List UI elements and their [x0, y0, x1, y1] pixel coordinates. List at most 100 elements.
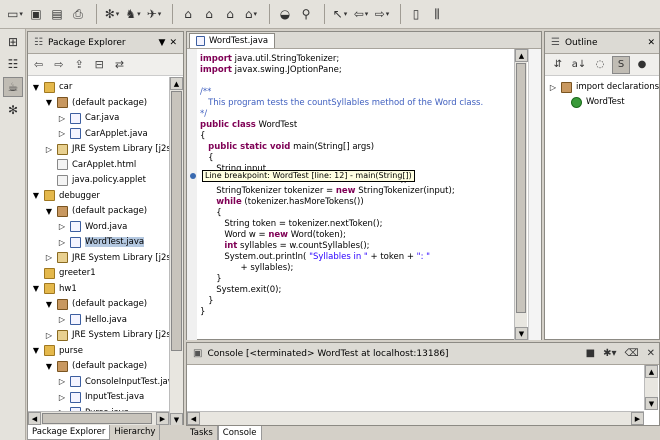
hide-nonpublic-icon[interactable]: ● — [633, 56, 651, 74]
run-icon[interactable]: ♞ ▾ — [124, 4, 142, 24]
expand-twisty-icon[interactable]: ▷ — [44, 253, 54, 262]
close-icon[interactable]: ✕ — [647, 38, 655, 48]
collapse-twisty-icon[interactable]: ▼ — [31, 284, 41, 293]
console-horizontal-scrollbar[interactable]: ◀ ▶ — [187, 411, 644, 425]
tree-item[interactable]: ▼ (default package) — [44, 296, 147, 312]
scroll-thumb[interactable] — [42, 413, 152, 424]
new-wizard-icon[interactable]: ▭ ▾ — [6, 4, 24, 24]
terminate-icon[interactable]: ■ — [586, 348, 595, 359]
scroll-up-icon[interactable]: ▲ — [645, 365, 658, 378]
tree-item[interactable]: ▼ (default package) — [44, 358, 147, 374]
forward-icon[interactable]: ⇨ — [54, 58, 63, 71]
console-vertical-scrollbar[interactable]: ▲ ▼ — [644, 365, 658, 410]
code-area[interactable]: import java.util.StringTokenizer; import … — [197, 50, 515, 340]
tree-item[interactable]: ▼ hw1 — [31, 281, 77, 297]
code-line[interactable]: { — [200, 153, 213, 164]
code-line[interactable]: } — [200, 296, 213, 307]
scroll-left-icon[interactable]: ◀ — [28, 412, 41, 425]
editor-ruler[interactable] — [187, 49, 197, 340]
code-line[interactable]: } — [200, 274, 221, 285]
tab-console[interactable]: Console — [217, 426, 262, 440]
tree-item[interactable]: ▼ (default package) — [44, 203, 147, 219]
tree-item[interactable]: ▷ Word.java — [57, 219, 127, 235]
collapse-twisty-icon[interactable]: ▼ — [44, 362, 54, 371]
new-class-icon[interactable]: ⌂ — [221, 4, 239, 24]
open-type-icon[interactable]: ◒ — [276, 4, 294, 24]
code-line[interactable]: + syllables); — [200, 263, 294, 274]
collapse-twisty-icon[interactable]: ▼ — [31, 83, 41, 92]
scroll-thumb[interactable] — [516, 63, 526, 313]
debug-icon[interactable]: ✻ ▾ — [103, 4, 121, 24]
collapse-twisty-icon[interactable]: ▼ — [44, 207, 54, 216]
tree-item[interactable]: ▷ JRE System Library [j2sd — [44, 141, 170, 157]
tree-item[interactable]: ▷ JRE System Library [j2sd — [44, 250, 170, 266]
expand-twisty-icon[interactable]: ▷ — [57, 222, 67, 231]
tab-tasks[interactable]: Tasks — [186, 426, 218, 440]
collapse-twisty-icon[interactable]: ▼ — [44, 98, 54, 107]
tree-item[interactable]: ▼ debugger — [31, 188, 100, 204]
expand-twisty-icon[interactable]: ▷ — [57, 377, 67, 386]
code-line[interactable]: while (tokenizer.hasMoreTokens()) — [200, 197, 363, 208]
save-icon[interactable]: ▣ — [27, 4, 45, 24]
tab-hierarchy[interactable]: Hierarchy — [110, 425, 161, 440]
collapse-all-icon[interactable]: ⊟ — [95, 58, 104, 71]
editor-vertical-scrollbar[interactable]: ▲ ▼ — [514, 49, 528, 340]
code-line[interactable]: import java.util.StringTokenizer; — [200, 54, 339, 65]
link-with-editor-icon[interactable]: ⇄ — [115, 58, 124, 71]
scroll-up-icon[interactable]: ▲ — [515, 49, 528, 62]
sort-icon[interactable]: a↓ — [570, 56, 588, 74]
code-line[interactable]: StringTokenizer tokenizer = new StringTo… — [200, 186, 455, 197]
package-explorer-horizontal-scrollbar[interactable]: ◀ ▶ — [28, 411, 169, 425]
expand-twisty-icon[interactable]: ▷ — [57, 315, 67, 324]
code-line[interactable]: System.out.println( "Syllables in " + to… — [200, 252, 430, 263]
scroll-right-icon[interactable]: ▶ — [631, 412, 644, 425]
up-icon[interactable]: ⇪ — [74, 58, 83, 71]
new-package-icon[interactable]: ⌂ — [200, 4, 218, 24]
expand-twisty-icon[interactable]: ▷ — [57, 393, 67, 402]
scroll-down-icon[interactable]: ▼ — [645, 397, 658, 410]
tree-item[interactable]: ▼ car — [31, 79, 72, 95]
open-perspective-icon[interactable]: ⊞ — [3, 32, 23, 52]
code-line[interactable]: String token = tokenizer.nextToken(); — [200, 219, 382, 230]
tree-item[interactable]: java.policy.applet — [44, 172, 146, 188]
external-tools-icon[interactable]: ✈ ▾ — [145, 4, 163, 24]
expand-twisty-icon[interactable]: ▷ — [57, 129, 67, 138]
expand-twisty-icon[interactable]: ▷ — [57, 114, 67, 123]
tree-item[interactable]: greeter1 — [31, 265, 96, 281]
outline-item[interactable]: WordTest — [558, 94, 625, 110]
code-line[interactable]: { — [200, 208, 221, 219]
clear-console-icon[interactable]: ⌫ — [624, 348, 638, 359]
close-icon[interactable]: ✕ — [647, 348, 655, 359]
back-icon[interactable]: ⇦ ▾ — [352, 4, 370, 24]
package-explorer-vertical-scrollbar[interactable]: ▲ ▼ — [169, 77, 183, 426]
code-line[interactable]: Word w = new Word(token); — [200, 230, 346, 241]
code-line[interactable]: System.exit(0); — [200, 285, 281, 296]
code-line[interactable]: public static void main(String[] args) — [200, 142, 374, 153]
tree-item[interactable]: ▷ CarApplet.java — [57, 126, 148, 142]
code-line[interactable]: /** — [200, 87, 211, 98]
hide-fields-icon[interactable]: ◌ — [591, 56, 609, 74]
code-line[interactable]: */ — [200, 109, 207, 120]
java-perspective-icon[interactable]: ☕ — [3, 77, 23, 97]
code-line[interactable]: { — [200, 131, 205, 142]
tab-wordtest-java[interactable]: WordTest.java — [189, 33, 276, 48]
forward-icon[interactable]: ⇨ ▾ — [373, 4, 391, 24]
code-line[interactable]: public class WordTest — [200, 120, 297, 131]
close-icon[interactable]: ✕ — [169, 38, 177, 48]
tab-package-explorer[interactable]: Package Explorer — [27, 425, 111, 440]
collapse-twisty-icon[interactable]: ▼ — [31, 191, 41, 200]
tree-item[interactable]: ▼ (default package) — [44, 95, 147, 111]
outline-toggle-icon[interactable]: ⫼ — [428, 4, 446, 24]
expand-twisty-icon[interactable]: ▷ — [57, 238, 67, 247]
tree-item[interactable]: CarApplet.html — [44, 157, 136, 173]
code-line[interactable]: int syllables = w.countSyllables(); — [200, 241, 369, 252]
save-all-icon[interactable]: ▤ — [48, 4, 66, 24]
collapse-icon[interactable]: ⇵ — [549, 56, 567, 74]
scroll-up-icon[interactable]: ▲ — [170, 77, 183, 90]
print-icon[interactable]: ⎙ — [69, 4, 87, 24]
breakpoint-marker-icon[interactable] — [190, 173, 196, 179]
code-line[interactable]: import javax.swing.JOptionPane; — [200, 65, 342, 76]
scroll-down-icon[interactable]: ▼ — [515, 327, 528, 340]
outline-item[interactable]: ▷ import declarations — [548, 79, 659, 95]
scroll-left-icon[interactable]: ◀ — [187, 412, 200, 425]
